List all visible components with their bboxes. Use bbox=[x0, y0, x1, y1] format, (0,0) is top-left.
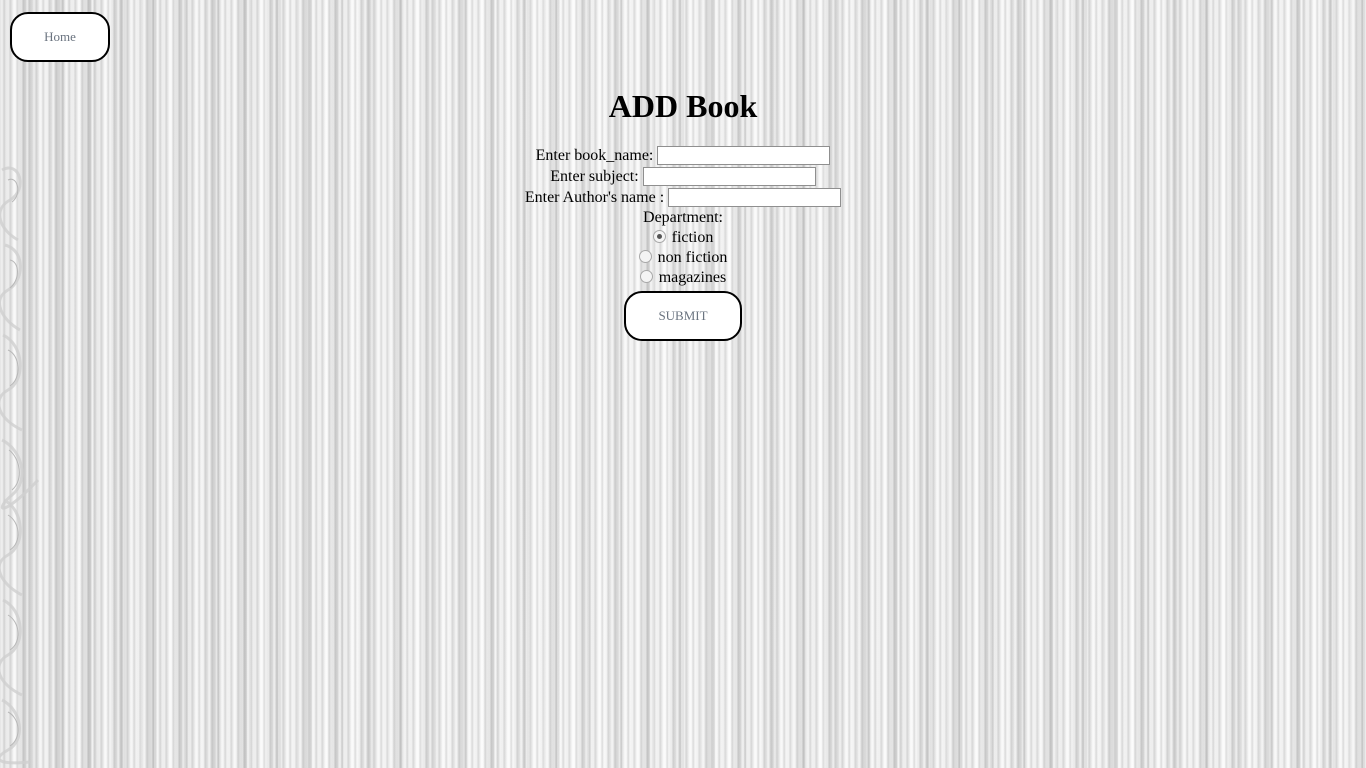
subject-label: Enter subject: bbox=[550, 168, 639, 185]
department-option-non-fiction[interactable]: non fiction bbox=[0, 248, 1366, 268]
book-name-label: Enter book_name: bbox=[535, 147, 654, 164]
fiction-radio[interactable] bbox=[652, 229, 666, 243]
department-row: Department: bbox=[0, 208, 1366, 228]
department-option-magazines[interactable]: magazines bbox=[0, 268, 1366, 288]
department-option-fiction[interactable]: fiction bbox=[0, 228, 1366, 248]
author-input[interactable] bbox=[668, 188, 842, 207]
page-title: ADD Book bbox=[608, 88, 758, 124]
magazines-radio[interactable] bbox=[639, 269, 653, 283]
subject-row: Enter subject: bbox=[0, 166, 1366, 187]
book-name-input[interactable] bbox=[657, 146, 831, 165]
home-button[interactable]: Home bbox=[10, 12, 110, 62]
subject-input[interactable] bbox=[642, 167, 816, 186]
add-book-form: Enter book_name: Enter subject: Enter Au… bbox=[0, 145, 1366, 341]
non-fiction-radio[interactable] bbox=[638, 249, 652, 263]
non-fiction-label: non fiction bbox=[657, 249, 728, 266]
submit-button[interactable]: SUBMIT bbox=[624, 291, 742, 341]
fiction-label: fiction bbox=[671, 229, 714, 246]
author-label: Enter Author's name : bbox=[524, 189, 665, 206]
author-row: Enter Author's name : bbox=[0, 187, 1366, 208]
department-label: Department: bbox=[643, 209, 723, 226]
book-name-row: Enter book_name: bbox=[0, 145, 1366, 166]
magazines-label: magazines bbox=[658, 269, 727, 286]
